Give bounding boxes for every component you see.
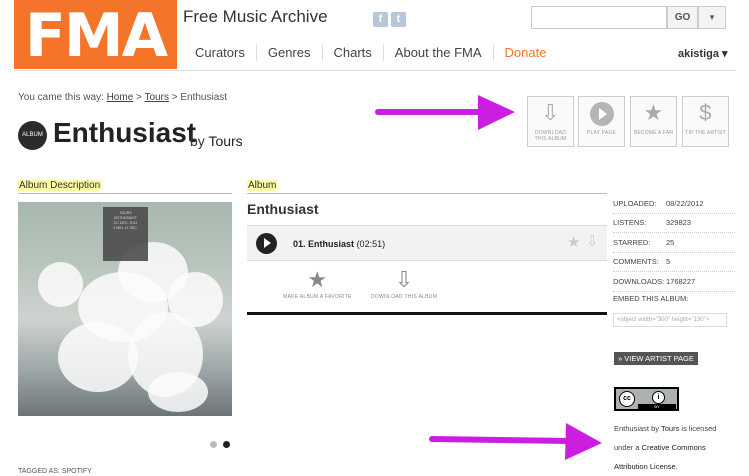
arrow-icon bbox=[429, 423, 602, 460]
arrow-icon bbox=[375, 95, 515, 130]
annotation-arrows bbox=[375, 95, 602, 460]
